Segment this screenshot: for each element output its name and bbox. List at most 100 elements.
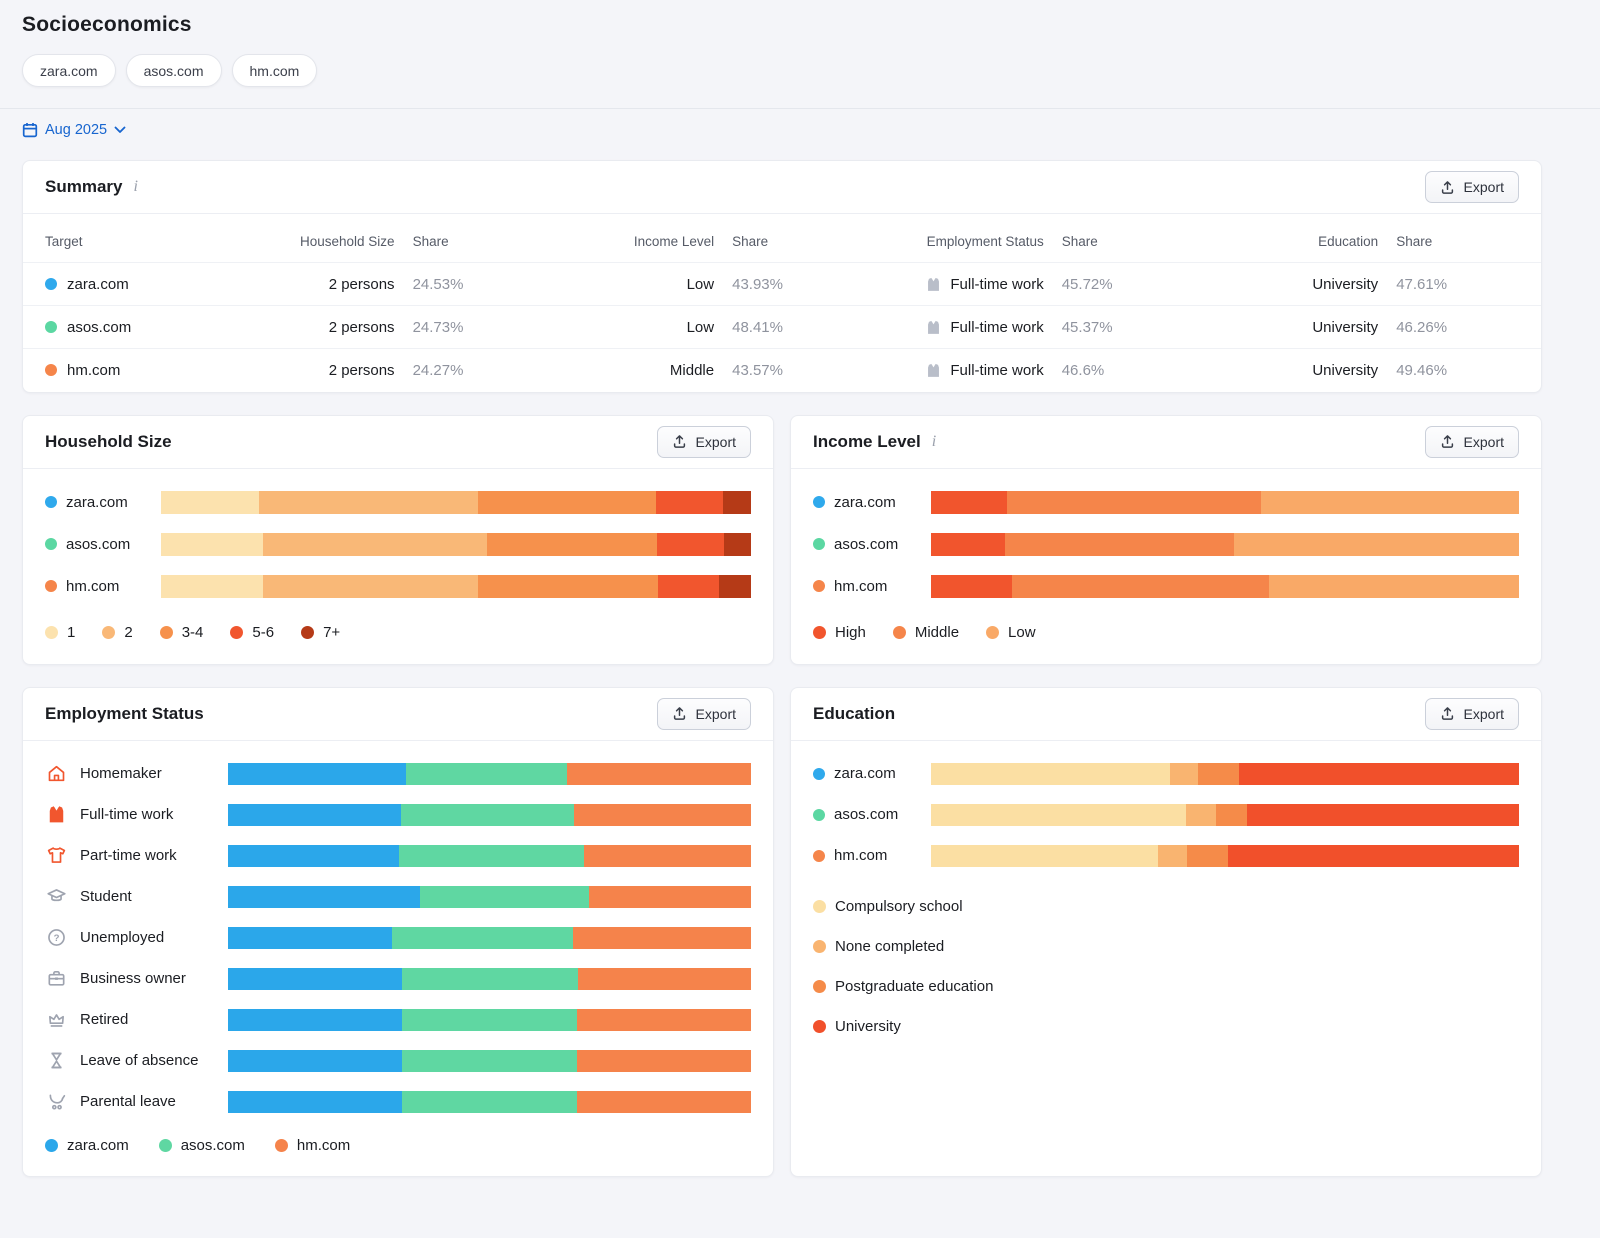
- chart-row: Part-time work: [45, 845, 751, 867]
- household-size-chart: zara.com asos.com hm.com 1 2 3-4 5-6 7+: [23, 469, 773, 664]
- stacked-bar: [931, 491, 1519, 514]
- employment-status-title: Employment Status: [45, 704, 204, 724]
- table-row: asos.com 2 persons 24.73% Low 48.41% Ful…: [23, 306, 1541, 349]
- info-icon[interactable]: i: [932, 434, 936, 450]
- calendar-icon: [22, 122, 38, 138]
- stacked-bar: [161, 491, 751, 514]
- domain-dot: [45, 364, 57, 376]
- export-button[interactable]: Export: [657, 698, 751, 730]
- stacked-bar: [161, 533, 751, 556]
- domain-dot: [813, 809, 825, 821]
- stacked-bar: [228, 1050, 751, 1072]
- household-size-title: Household Size: [45, 432, 172, 452]
- work-shirt-icon: [45, 804, 67, 826]
- info-icon[interactable]: i: [133, 179, 137, 195]
- svg-text:?: ?: [53, 933, 59, 944]
- chart-row: Parental leave: [45, 1091, 751, 1113]
- chart-row: asos.com: [813, 804, 1519, 826]
- stacked-bar: [931, 763, 1519, 785]
- stacked-bar: [228, 804, 751, 826]
- stacked-bar: [228, 763, 751, 785]
- employment-status-legend: zara.com asos.com hm.com: [45, 1132, 751, 1176]
- question-icon: ?: [45, 927, 67, 949]
- briefcase-icon: [45, 968, 67, 990]
- domain-dot: [45, 538, 57, 550]
- export-icon: [1440, 180, 1455, 195]
- stacked-bar: [931, 845, 1519, 867]
- stacked-bar: [161, 575, 751, 598]
- work-shirt-icon: [925, 319, 942, 336]
- chart-row: Business owner: [45, 968, 751, 990]
- export-icon: [672, 434, 687, 449]
- stacked-bar: [228, 968, 751, 990]
- stacked-bar: [931, 575, 1519, 598]
- summary-card: Summary i Export Target Household Size S…: [22, 160, 1542, 393]
- date-selector[interactable]: Aug 2025: [22, 122, 126, 138]
- domain-dot: [813, 580, 825, 592]
- chart-row: Student: [45, 886, 751, 908]
- stacked-bar: [931, 804, 1519, 826]
- chevron-down-icon: [114, 126, 126, 134]
- chart-row: hm.com: [813, 575, 1519, 598]
- summary-header-row: Target Household Size Share Income Level…: [23, 214, 1541, 263]
- chart-row: hm.com: [813, 845, 1519, 867]
- target-name: hm.com: [67, 362, 120, 379]
- stacked-bar: [228, 886, 751, 908]
- export-button[interactable]: Export: [1425, 171, 1519, 203]
- stacked-bar: [228, 845, 751, 867]
- stacked-bar: [228, 927, 751, 949]
- education-legend: Compulsory school None completed Postgra…: [813, 886, 1519, 1059]
- chart-row: Homemaker: [45, 763, 751, 785]
- chart-row: Full-time work: [45, 804, 751, 826]
- table-row: zara.com 2 persons 24.53% Low 43.93% Ful…: [23, 263, 1541, 306]
- income-level-card: Income Level i Export zara.com asos.com …: [790, 415, 1542, 665]
- education-chart: zara.com asos.com hm.com Compulsory scho…: [791, 741, 1541, 1059]
- domain-dot: [45, 278, 57, 290]
- household-size-card: Household Size Export zara.com asos.com …: [22, 415, 774, 665]
- export-button[interactable]: Export: [1425, 426, 1519, 458]
- work-shirt-icon: [925, 362, 942, 379]
- target-chips: zara.com asos.com hm.com: [22, 54, 1542, 87]
- target-name: asos.com: [67, 319, 131, 336]
- stacked-bar: [228, 1091, 751, 1113]
- chart-row: zara.com: [813, 763, 1519, 785]
- summary-title: Summary: [45, 177, 122, 197]
- domain-dot: [813, 538, 825, 550]
- work-shirt-icon: [925, 276, 942, 293]
- home-icon: [45, 763, 67, 785]
- chip-asos[interactable]: asos.com: [126, 54, 222, 87]
- income-level-chart: zara.com asos.com hm.com High Middle Low: [791, 469, 1541, 664]
- stacked-bar: [228, 1009, 751, 1031]
- table-row: hm.com 2 persons 24.27% Middle 43.57% Fu…: [23, 349, 1541, 392]
- income-level-title: Income Level: [813, 432, 921, 452]
- employment-status-card: Employment Status Export Homemaker Full-…: [22, 687, 774, 1177]
- employment-status-chart: Homemaker Full-time work Part-time work …: [23, 741, 773, 1176]
- domain-dot: [813, 768, 825, 780]
- chart-row: zara.com: [813, 491, 1519, 514]
- income-level-legend: High Middle Low: [813, 617, 1519, 664]
- chip-hm[interactable]: hm.com: [232, 54, 318, 87]
- household-size-legend: 1 2 3-4 5-6 7+: [45, 617, 751, 664]
- domain-dot: [45, 580, 57, 592]
- education-card: Education Export zara.com asos.com hm.co…: [790, 687, 1542, 1177]
- export-button[interactable]: Export: [1425, 698, 1519, 730]
- page-title: Socioeconomics: [22, 0, 1542, 37]
- domain-dot: [813, 850, 825, 862]
- stroller-icon: [45, 1091, 67, 1113]
- chart-row: ?Unemployed: [45, 927, 751, 949]
- export-button[interactable]: Export: [657, 426, 751, 458]
- education-title: Education: [813, 704, 895, 724]
- chip-zara[interactable]: zara.com: [22, 54, 116, 87]
- hourglass-icon: [45, 1050, 67, 1072]
- chart-row: Retired: [45, 1009, 751, 1031]
- chart-row: hm.com: [45, 575, 751, 598]
- stacked-bar: [931, 533, 1519, 556]
- graduation-cap-icon: [45, 886, 67, 908]
- target-name: zara.com: [67, 276, 129, 293]
- date-label: Aug 2025: [45, 122, 107, 138]
- tshirt-icon: [45, 845, 67, 867]
- export-icon: [1440, 434, 1455, 449]
- chart-row: asos.com: [45, 533, 751, 556]
- domain-dot: [45, 496, 57, 508]
- export-icon: [672, 706, 687, 721]
